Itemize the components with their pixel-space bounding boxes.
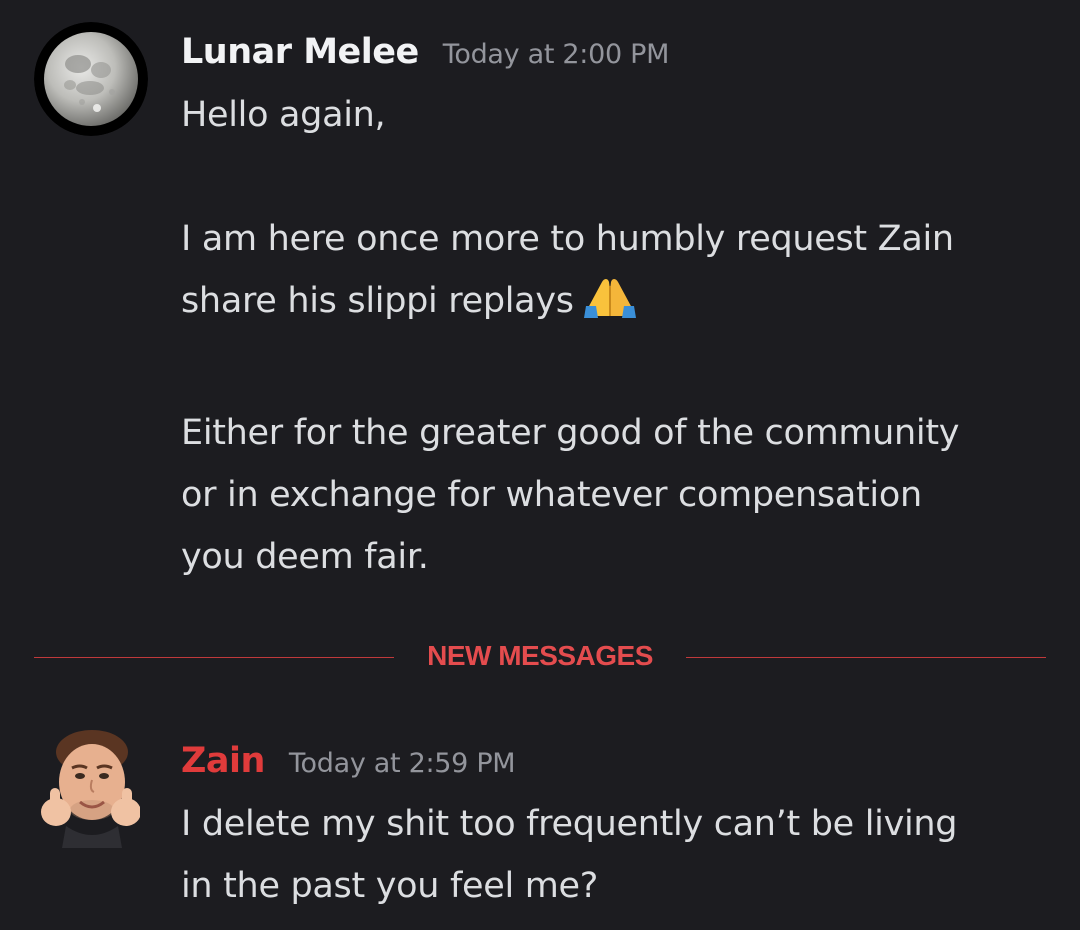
message-line: Either for the greater good of the commu…: [181, 413, 960, 453]
message-header: Zain Today at 2:59 PM: [181, 741, 516, 781]
new-messages-divider: NEW MESSAGES: [34, 637, 1046, 679]
thumbs-face-avatar-icon[interactable]: [40, 726, 141, 848]
username[interactable]: Zain: [181, 741, 265, 781]
message-line: you deem fair.: [181, 537, 429, 577]
message-line: I am here once more to humbly request Za…: [181, 219, 954, 259]
message-line: Hello again,: [181, 95, 386, 135]
divider-line-left: [34, 657, 394, 658]
new-messages-label: NEW MESSAGES: [427, 640, 653, 671]
message-content: I delete my shit too frequently can’t be…: [181, 793, 1061, 917]
folded-hands-emoji-icon: [582, 276, 638, 340]
message-line: in the past you feel me?: [181, 866, 599, 906]
username[interactable]: Lunar Melee: [181, 32, 419, 72]
message-line: or in exchange for whatever compensation: [181, 475, 922, 515]
message-content: Hello again, I am here once more to humb…: [181, 84, 1061, 588]
timestamp: Today at 2:00 PM: [442, 39, 670, 70]
message-line: I delete my shit too frequently can’t be…: [181, 804, 958, 844]
timestamp: Today at 2:59 PM: [288, 748, 516, 779]
message-header: Lunar Melee Today at 2:00 PM: [181, 32, 669, 72]
moon-avatar-icon[interactable]: [34, 22, 148, 136]
divider-line-right: [686, 657, 1046, 658]
message-line: share his slippi replays: [181, 270, 1061, 340]
